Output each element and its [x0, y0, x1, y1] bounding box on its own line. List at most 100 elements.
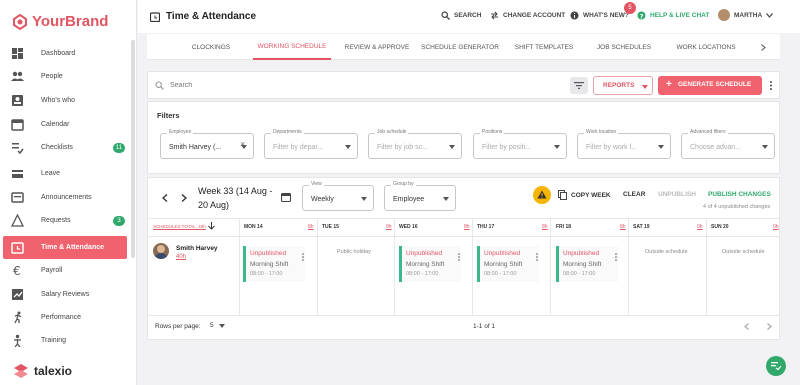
job-schedule-filter[interactable]: Job schedule Filter by job sc... [368, 129, 462, 159]
advanced-filters-label: Advanced filters [688, 129, 728, 135]
info-icon [570, 11, 579, 20]
sidebar-item-salary-reviews[interactable]: Salary Reviews [0, 283, 131, 306]
prev-page-icon[interactable] [744, 323, 749, 330]
tab-clockings[interactable]: CLOCKINGS [182, 34, 240, 60]
whats-new-badge: 5 [624, 2, 636, 14]
next-week-icon[interactable] [181, 194, 187, 202]
advanced-filters-placeholder: Choose advan... [690, 144, 741, 151]
page-title-text: Time & Attendance [166, 11, 257, 22]
next-page-icon[interactable] [767, 323, 772, 330]
warning-button[interactable] [533, 186, 551, 204]
search-input[interactable] [170, 78, 550, 93]
view-select[interactable]: View Weekly [302, 181, 374, 211]
job-schedule-filter-label: Job schedule [375, 129, 409, 135]
change-account-button[interactable]: CHANGE ACCOUNT [490, 11, 565, 20]
clear-button[interactable]: CLEAR [623, 191, 645, 198]
filter-toggle-button[interactable] [570, 77, 588, 94]
departments-filter[interactable]: Departments Filter by depar... [264, 129, 358, 159]
page-title: Time & Attendance [150, 11, 256, 22]
sidebar-item-dashboard[interactable]: Dashboard [0, 42, 131, 65]
svg-text:?: ? [640, 12, 644, 20]
sidebar: YourBrand Dashboard People Who's who Cal… [0, 0, 137, 385]
chat-icon [771, 362, 781, 370]
sidebar-item-performance[interactable]: Performance [0, 306, 131, 329]
chevron-down-icon [766, 12, 774, 18]
sidebar-item-requests[interactable]: Requests 3 [0, 209, 131, 232]
brand-name: YourBrand [32, 13, 109, 30]
generate-schedule-button[interactable]: + GENERATE SCHEDULE [658, 76, 762, 95]
tab-more[interactable] [757, 34, 769, 60]
pagination-divider [148, 315, 779, 316]
tab-bar: CLOCKINGS WORKING SCHEDULE REVIEW & APPR… [147, 34, 780, 60]
chat-fab[interactable] [766, 356, 786, 376]
sidebar-item-training[interactable]: Training [0, 329, 131, 352]
avatar [153, 243, 169, 259]
runner-icon [14, 311, 22, 324]
day-header: SAT 19 [633, 224, 650, 230]
brand-mark-icon [13, 13, 27, 30]
advanced-filters[interactable]: Advanced filters Choose advan... [681, 129, 775, 159]
rows-per-page-select[interactable]: 5 [210, 322, 225, 329]
tab-job-schedules[interactable]: JOB SCHEDULES [594, 34, 654, 60]
shift-menu-icon[interactable] [302, 253, 304, 261]
departments-filter-placeholder: Filter by depar... [273, 144, 324, 151]
whats-new-label: WHAT'S NEW? [583, 12, 629, 19]
day-hours: 0h [773, 224, 779, 230]
prev-week-icon[interactable] [162, 194, 168, 202]
sidebar-item-checklists[interactable]: Checklists 11 [0, 136, 131, 159]
calendar-picker-icon[interactable] [281, 192, 291, 202]
talexio-mark-icon [14, 364, 28, 378]
shift-card[interactable]: Unpublished Morning Shift 08:00 - 17:00 [399, 246, 461, 282]
employee-name[interactable]: Smith Harvey [176, 245, 218, 252]
sidebar-scrollbar[interactable] [131, 40, 135, 258]
top-header: Time & Attendance SEARCH CHANGE ACCOUNT … [138, 0, 800, 33]
shift-card[interactable]: Unpublished Morning Shift 08:00 - 17:00 [477, 246, 539, 282]
whats-new-button[interactable]: WHAT'S NEW? [570, 11, 629, 20]
toolbar-card: REPORTS + GENERATE SCHEDULE [147, 71, 780, 99]
unpublish-button[interactable]: UNPUBLISH [658, 191, 696, 198]
employee-filter[interactable]: Employee Smith Harvey (... × [160, 129, 254, 159]
sidebar-item-payroll[interactable]: € Payroll [0, 259, 131, 282]
brand-logo[interactable]: YourBrand [12, 13, 108, 30]
avatar [718, 9, 730, 21]
tab-schedule-generator[interactable]: SCHEDULE GENERATOR [420, 34, 500, 60]
sidebar-item-whos-who[interactable]: Who's who [0, 89, 131, 112]
contact-card-icon [12, 95, 23, 106]
sidebar-item-label: Leave [41, 170, 61, 177]
sidebar-item-label: Training [41, 337, 67, 344]
positions-filter-label: Positions [480, 129, 505, 135]
user-menu[interactable]: MARTHA [718, 9, 774, 21]
work-location-filter-placeholder: Filter by work l... [586, 144, 637, 151]
shift-menu-icon[interactable] [615, 253, 617, 261]
departments-filter-label: Departments [271, 129, 304, 135]
shift-menu-icon[interactable] [458, 253, 460, 261]
sidebar-item-announcements[interactable]: Announcements [0, 186, 131, 209]
sidebar-item-people[interactable]: People [0, 65, 131, 88]
sidebar-item-time-attendance[interactable]: Time & Attendance [3, 236, 127, 259]
sort-arrow-icon[interactable] [208, 222, 215, 230]
positions-filter[interactable]: Positions Filter by positi... [473, 129, 567, 159]
help-live-chat-button[interactable]: ? HELP & LIVE CHAT [637, 11, 709, 20]
day-hours: 0h [386, 224, 392, 230]
shift-card[interactable]: Unpublished Morning Shift 08:00 - 17:00 [556, 246, 618, 282]
reports-dropdown-button[interactable]: REPORTS [593, 76, 653, 95]
search-button[interactable]: SEARCH [441, 11, 481, 20]
day-header: FRI 18 [556, 224, 572, 230]
tab-shift-templates[interactable]: SHIFT TEMPLATES [511, 34, 577, 60]
group-by-select[interactable]: Group by Employee [384, 181, 456, 211]
rows-per-page-value: 5 [210, 322, 214, 329]
checklists-count-badge: 11 [113, 142, 125, 153]
sidebar-item-leave[interactable]: Leave [0, 162, 131, 185]
sidebar-item-calendar[interactable]: Calendar [0, 113, 131, 136]
sidebar-item-label: Time & Attendance [41, 244, 105, 251]
tab-work-locations[interactable]: WORK LOCATIONS [675, 34, 737, 60]
tab-review-approve[interactable]: REVIEW & APPROVE [343, 34, 411, 60]
tab-working-schedule[interactable]: WORKING SCHEDULE [253, 34, 331, 60]
day-header: MON 14 [244, 224, 263, 230]
shift-menu-icon[interactable] [536, 253, 538, 261]
shift-card[interactable]: Unpublished Morning Shift 08:00 - 17:00 [243, 246, 305, 282]
public-holiday-note: Public holiday [337, 249, 371, 255]
work-location-filter[interactable]: Work location Filter by work l... [577, 129, 671, 159]
publish-changes-button[interactable]: PUBLISH CHANGES [708, 191, 771, 198]
copy-week-button[interactable]: COPY WEEK [558, 190, 611, 200]
